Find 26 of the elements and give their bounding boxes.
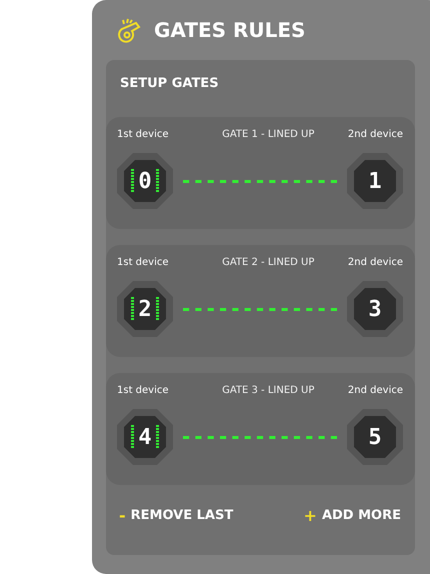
- device-caption: 2nd device: [348, 256, 403, 268]
- whistle-icon: [118, 17, 142, 43]
- device-badge[interactable]: 3: [347, 281, 403, 337]
- device-caption: 1st device: [117, 256, 169, 268]
- device-caption: 1st device: [117, 128, 169, 140]
- section-title: SETUP GATES: [119, 75, 220, 93]
- device-caption: 1st device: [117, 384, 169, 396]
- gate-label: GATE 1 - LINED UP: [221, 128, 314, 140]
- device-number: 3: [368, 296, 382, 322]
- device-number: 0: [138, 168, 152, 194]
- action-button[interactable]: - REMOVE LAST: [119, 506, 234, 525]
- device-number: 2: [138, 296, 152, 322]
- device-caption: 2nd device: [348, 128, 403, 140]
- action-button[interactable]: + ADD MORE: [304, 506, 401, 525]
- device-badge[interactable]: 4: [117, 409, 173, 465]
- device-badge[interactable]: 5: [347, 409, 403, 465]
- device-number: 5: [368, 424, 382, 450]
- panel-title: GATES RULES: [154, 18, 306, 42]
- device-badge[interactable]: 2: [117, 281, 173, 337]
- gate-label: GATE 2 - LINED UP: [221, 256, 314, 268]
- device-badge[interactable]: 0: [117, 153, 173, 209]
- device-number: 1: [368, 168, 382, 194]
- device-badge[interactable]: 1: [347, 153, 403, 209]
- device-number: 4: [138, 424, 152, 450]
- device-caption: 2nd device: [348, 384, 403, 396]
- gate-label: GATE 3 - LINED UP: [221, 384, 314, 396]
